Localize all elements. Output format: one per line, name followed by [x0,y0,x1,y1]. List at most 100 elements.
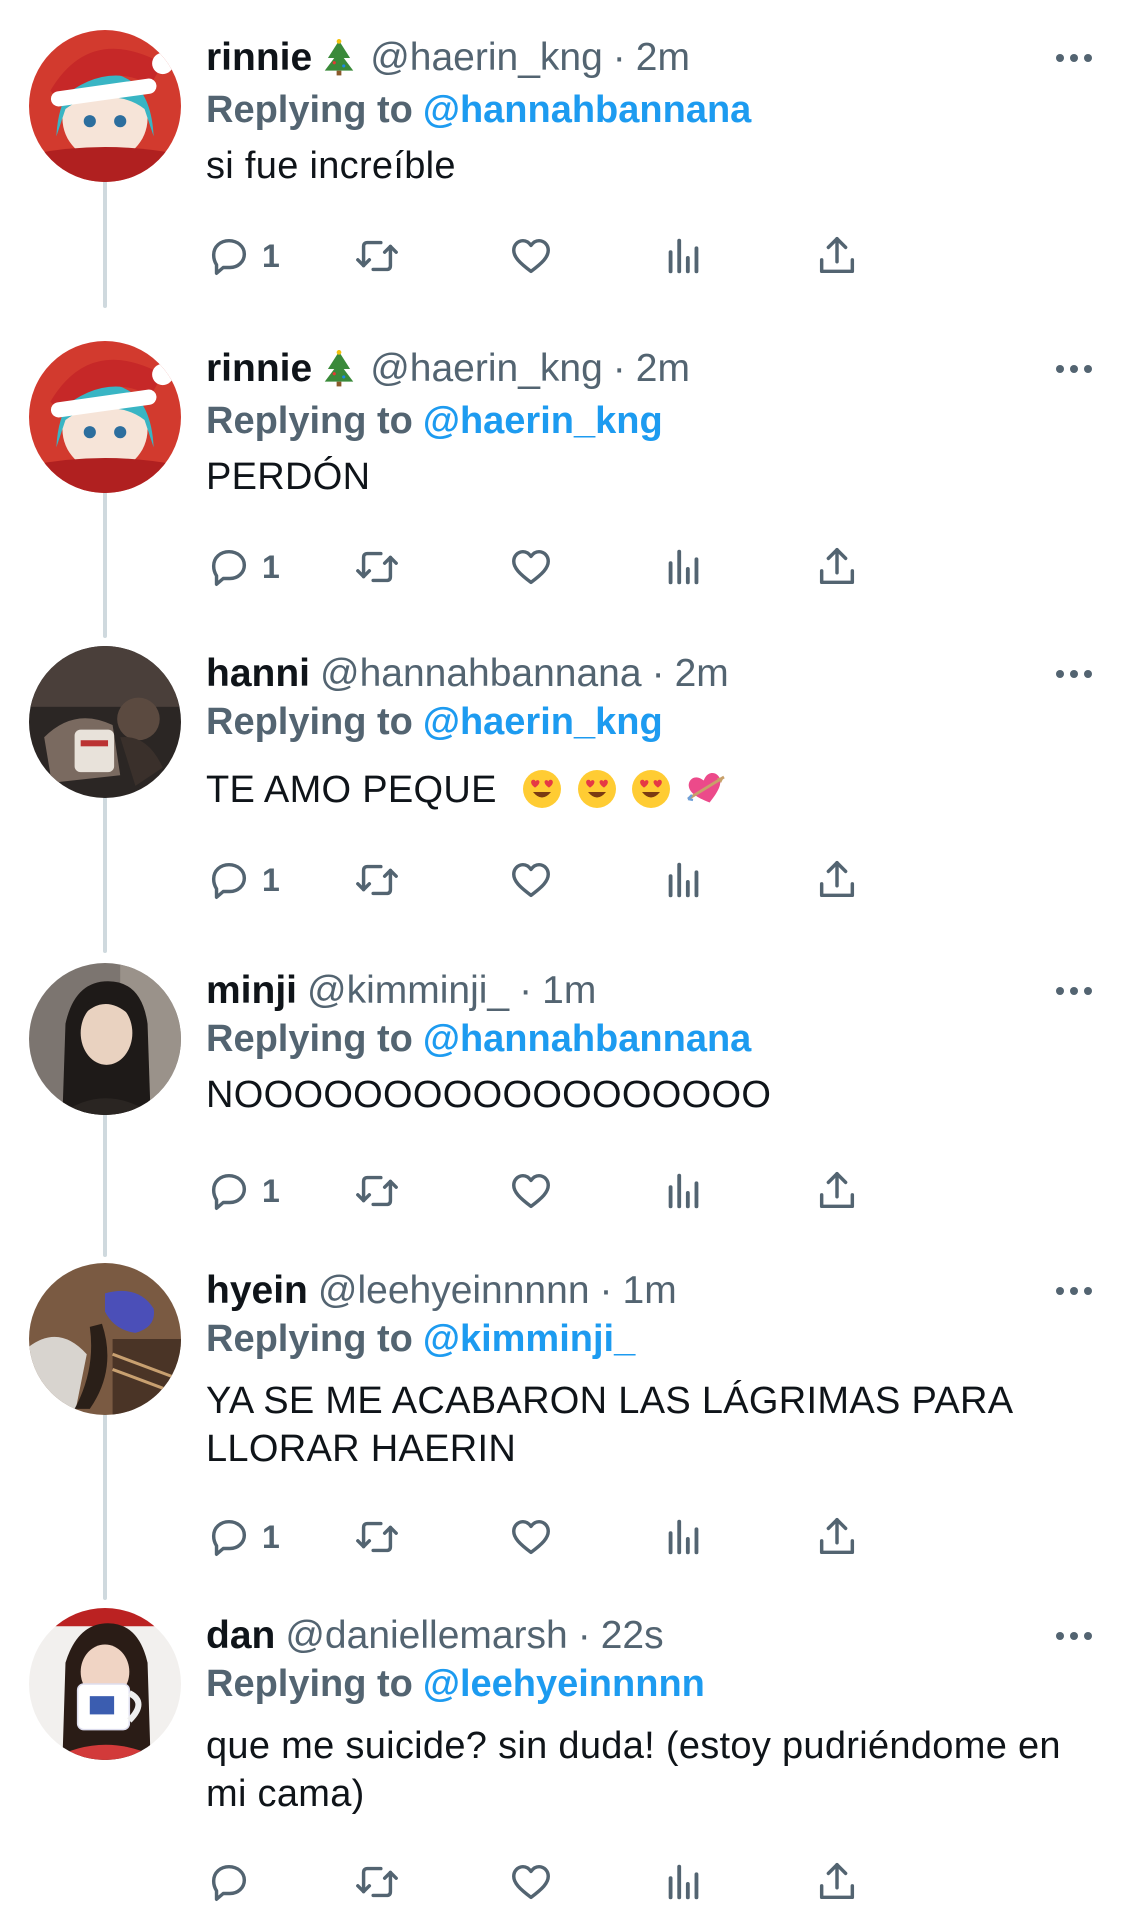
tweet-text: NOOOOOOOOOOOOOOOOOO [206,1074,772,1116]
replying-to: Replying to @hannahbannana [206,84,751,136]
reply-button[interactable] [206,1852,262,1912]
more-options-icon[interactable] [1044,1608,1104,1664]
like-button[interactable] [508,226,554,286]
reply-icon [211,1864,247,1901]
display-name[interactable]: dan [206,1614,275,1658]
replying-to: Replying to @haerin_kng [206,696,663,748]
thread-connector [103,490,107,638]
heart-eyes-emoji [522,770,561,808]
reply-button[interactable]: 1 [206,537,280,597]
replying-to: Replying to @leehyeinnnnn [206,1658,705,1710]
heart-icon [512,1864,550,1900]
action-bar: 1 [206,1161,1026,1221]
replying-to-label: Replying to [206,700,413,743]
timestamp[interactable]: 22s [601,1614,664,1658]
share-icon [819,861,855,898]
heart-icon [512,862,550,898]
display-name[interactable]: rinnie [206,36,312,80]
tweet-text: YA SE ME ACABARON LAS LÁGRIMAS PARA LLOR… [206,1380,1012,1470]
replying-to: Replying to @haerin_kng [206,395,663,447]
retweet-button[interactable] [354,850,400,910]
timestamp[interactable]: 1m [623,1269,677,1313]
like-button[interactable] [508,537,554,597]
reply-icon [211,1173,247,1210]
like-button[interactable] [508,1507,554,1567]
thread-connector [103,795,107,953]
more-options-icon[interactable] [1044,30,1104,86]
retweet-button[interactable] [354,1507,400,1567]
views-button[interactable] [661,1852,707,1912]
separator-dot: · [519,969,533,1012]
handle[interactable]: @leehyeinnnnn [318,1269,590,1313]
retweet-button[interactable] [354,1852,400,1912]
share-icon [819,1172,855,1209]
retweet-button[interactable] [354,1161,400,1221]
avatar[interactable] [29,30,181,182]
views-button[interactable] [661,1507,707,1567]
reply-icon [211,238,247,275]
timestamp[interactable]: 2m [636,36,690,80]
avatar[interactable] [29,646,181,798]
share-button[interactable] [814,537,860,597]
display-name[interactable]: rinnie [206,347,312,391]
share-button[interactable] [814,226,860,286]
more-options-icon[interactable] [1044,341,1104,397]
reply-count: 1 [262,237,280,274]
retweet-button[interactable] [354,226,400,286]
tweet-text: TE AMO PEQUE [206,769,497,811]
share-button[interactable] [814,1507,860,1567]
avatar[interactable] [29,341,181,493]
views-button[interactable] [661,226,707,286]
replying-to-handle[interactable]: @hannahbannana [423,1018,751,1061]
reply-button[interactable]: 1 [206,1161,280,1221]
views-button[interactable] [661,850,707,910]
reply-button[interactable]: 1 [206,1507,280,1567]
share-button[interactable] [814,1852,860,1912]
views-icon [668,549,699,585]
replying-to-handle[interactable]: @kimminji_ [423,1318,635,1361]
timestamp[interactable]: 2m [675,652,729,696]
retweet-icon [356,1175,398,1207]
replying-to-handle[interactable]: @hannahbannana [423,89,751,132]
avatar-image [29,30,181,182]
views-icon [668,1173,699,1209]
retweet-button[interactable] [354,537,400,597]
timestamp[interactable]: 2m [636,347,690,391]
more-options-icon[interactable] [1044,646,1104,702]
share-button[interactable] [814,850,860,910]
heart-arrow-emoji [687,773,725,803]
share-icon [819,1518,855,1555]
handle[interactable]: @hannahbannana [320,652,642,696]
reply-button[interactable]: 1 [206,850,280,910]
display-name[interactable]: minji [206,969,297,1013]
avatar[interactable] [29,1263,181,1415]
views-button[interactable] [661,1161,707,1221]
reply-count: 1 [262,1518,280,1555]
handle[interactable]: @kimminji_ [307,969,509,1013]
handle[interactable]: @daniellemarsh [285,1614,567,1658]
thread-connector [103,1112,107,1257]
share-button[interactable] [814,1161,860,1221]
replying-to-handle[interactable]: @leehyeinnnnn [423,1663,705,1706]
like-button[interactable] [508,1852,554,1912]
more-options-icon[interactable] [1044,1263,1104,1319]
replying-to-handle[interactable]: @haerin_kng [423,701,663,744]
handle[interactable]: @haerin_kng [370,347,603,391]
share-icon [819,1863,855,1900]
replying-to-handle[interactable]: @haerin_kng [423,400,663,443]
avatar[interactable] [29,963,181,1115]
timestamp[interactable]: 1m [542,969,596,1013]
display-name[interactable]: hyein [206,1269,308,1313]
handle[interactable]: @haerin_kng [370,36,603,80]
avatar[interactable] [29,1608,181,1760]
avatar-image [29,646,181,798]
heart-icon [512,1519,550,1555]
more-options-icon[interactable] [1044,963,1104,1019]
reply-button[interactable]: 1 [206,226,280,286]
like-button[interactable] [508,1161,554,1221]
separator-dot: · [651,652,665,695]
reply-thread: rinnie @haerin_kng · 2m Replying to @han… [0,0,1144,1920]
like-button[interactable] [508,850,554,910]
display-name[interactable]: hanni [206,652,310,696]
views-button[interactable] [661,537,707,597]
